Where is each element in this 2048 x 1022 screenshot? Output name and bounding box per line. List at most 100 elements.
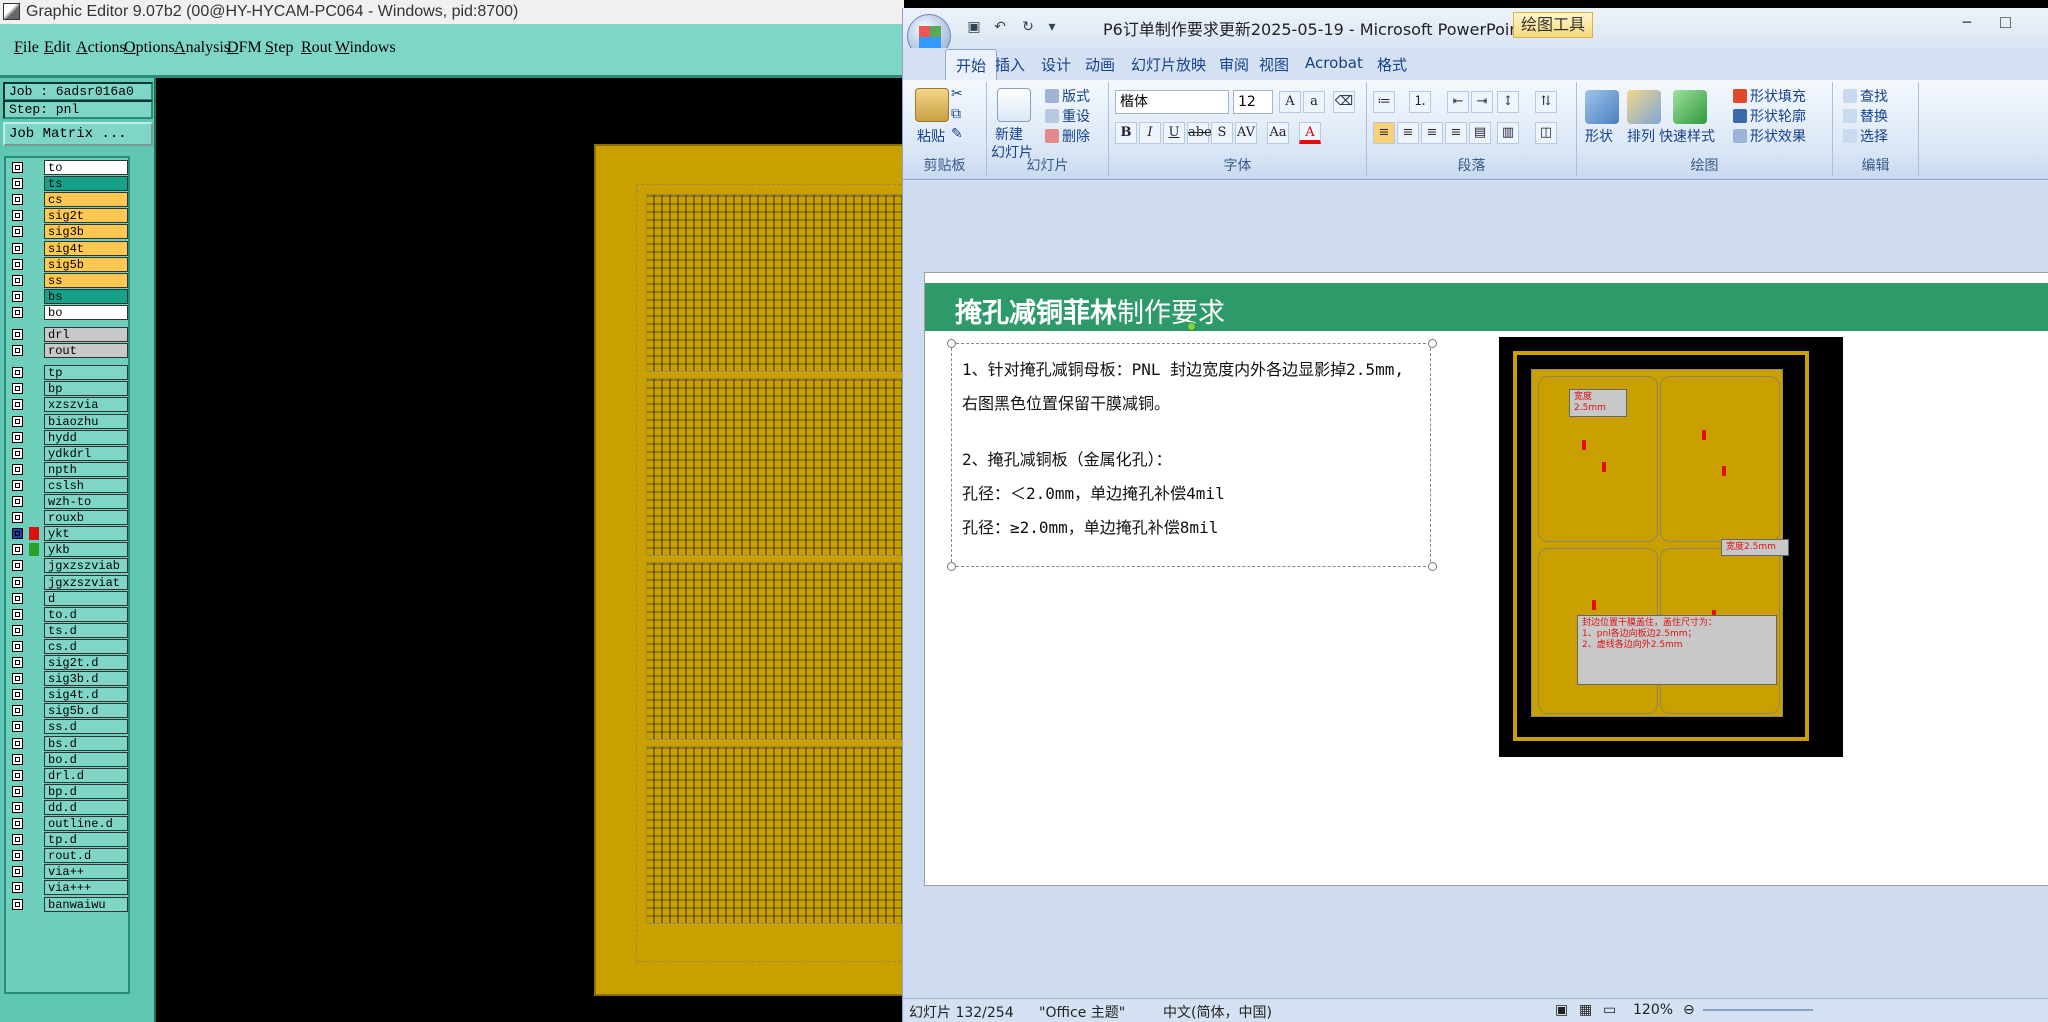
layer-name[interactable]: wzh-to: [44, 494, 128, 509]
layer-checkbox[interactable]: [12, 447, 23, 459]
job-matrix-button[interactable]: Job Matrix ...: [3, 122, 153, 146]
slideshow-view-icon[interactable]: ▭: [1603, 1002, 1616, 1018]
resize-handle[interactable]: [947, 562, 956, 571]
layer-row[interactable]: rouxb: [8, 510, 128, 526]
layer-checkbox[interactable]: [12, 898, 23, 910]
layer-row[interactable]: via+++: [8, 880, 128, 896]
layer-name[interactable]: sig5b: [44, 256, 128, 272]
ge-menu-options[interactable]: Options: [124, 39, 175, 57]
resize-handle[interactable]: [1428, 339, 1437, 348]
text-line[interactable]: 1、针对掩孔减铜母板：PNL 封边宽度内外各边显影掉2.5mm,: [962, 356, 1404, 380]
undo-icon[interactable]: ↶: [991, 17, 1009, 35]
layer-checkbox[interactable]: [12, 737, 23, 749]
layer-row[interactable]: drl.d: [8, 767, 128, 783]
layer-name[interactable]: cs: [44, 192, 128, 208]
layer-checkbox[interactable]: [12, 258, 23, 270]
layer-checkbox[interactable]: [12, 785, 23, 797]
layer-checkbox[interactable]: [12, 769, 23, 781]
char-spacing-icon[interactable]: AV: [1235, 122, 1257, 144]
layer-name[interactable]: sig3b.d: [44, 671, 128, 687]
layer-row[interactable]: cs.d: [8, 638, 128, 654]
paste-icon[interactable]: [915, 88, 949, 122]
layer-row[interactable]: cs: [8, 192, 128, 208]
rotate-handle[interactable]: [1187, 322, 1196, 331]
layer-checkbox[interactable]: [12, 640, 23, 652]
layer-checkbox[interactable]: [12, 512, 23, 524]
layer-name[interactable]: via+++: [44, 880, 128, 896]
selected-text-box[interactable]: 1、针对掩孔减铜母板：PNL 封边宽度内外各边显影掉2.5mm, 右图黑色位置保…: [947, 322, 1437, 571]
layer-name[interactable]: npth: [44, 461, 128, 477]
layer-name[interactable]: jgxzszviab: [44, 558, 128, 574]
layer-name[interactable]: ydkdrl: [44, 445, 128, 461]
resize-handle[interactable]: [947, 339, 956, 348]
font-color-icon[interactable]: A: [1299, 122, 1321, 144]
shrink-font-icon[interactable]: a: [1303, 91, 1325, 113]
layer-name[interactable]: sig2t.d: [44, 655, 128, 670]
slide-title[interactable]: 掩孔减铜菲林制作要求: [955, 291, 1225, 330]
layer-row[interactable]: rout: [8, 343, 128, 359]
smartart-icon[interactable]: ◫: [1535, 122, 1557, 144]
layer-name[interactable]: tp.d: [44, 832, 128, 848]
layer-row[interactable]: sig2t: [8, 208, 128, 224]
layer-name[interactable]: bs: [44, 288, 128, 304]
shapes-icon[interactable]: [1585, 90, 1619, 124]
minimize-icon[interactable]: −: [1962, 12, 2001, 32]
format-painter-icon[interactable]: ✎: [951, 126, 963, 142]
quick-styles-button[interactable]: 快速样式: [1659, 126, 1715, 146]
shapes-button[interactable]: 形状: [1585, 126, 1613, 146]
clear-format-icon[interactable]: ⌫: [1333, 91, 1355, 113]
new-slide-button[interactable]: 新建: [995, 124, 1023, 144]
layer-row[interactable]: rout.d: [8, 848, 128, 864]
layer-checkbox[interactable]: [12, 383, 23, 395]
align-center-icon[interactable]: ≡: [1397, 122, 1419, 144]
align-right-icon[interactable]: ≡: [1421, 122, 1443, 144]
pcb-canvas[interactable]: [594, 144, 906, 996]
columns-icon[interactable]: ▥: [1497, 122, 1519, 144]
layer-row[interactable]: sig5b.d: [8, 703, 128, 719]
layer-row[interactable]: hydd: [8, 429, 128, 445]
layer-row[interactable]: ss.d: [8, 719, 128, 735]
layer-name[interactable]: cslsh: [44, 477, 128, 493]
grow-font-icon[interactable]: A: [1279, 91, 1301, 113]
layer-checkbox[interactable]: [12, 496, 23, 507]
layer-checkbox[interactable]: [12, 624, 23, 636]
layer-checkbox[interactable]: [12, 689, 23, 701]
layer-row[interactable]: outline.d: [8, 816, 128, 831]
layer-checkbox[interactable]: [12, 657, 23, 668]
ribbon-tab[interactable]: 幻灯片放映: [1131, 54, 1206, 75]
layer-row[interactable]: bp: [8, 381, 128, 397]
save-icon[interactable]: ▣: [965, 17, 983, 35]
layer-checkbox[interactable]: [12, 415, 23, 427]
find-button[interactable]: 查找: [1843, 86, 1888, 106]
layer-row[interactable]: d: [8, 590, 128, 606]
layer-checkbox[interactable]: [12, 721, 23, 733]
justify-icon[interactable]: ≡: [1445, 122, 1467, 144]
layer-name[interactable]: d: [44, 590, 128, 606]
paste-button[interactable]: 粘贴: [917, 126, 945, 146]
cut-icon[interactable]: ✂: [951, 86, 963, 102]
shadow-icon[interactable]: S: [1211, 122, 1233, 144]
ge-menu-dfm[interactable]: DFM: [227, 39, 262, 57]
layer-checkbox[interactable]: [12, 242, 23, 254]
layer-checkbox[interactable]: [12, 210, 23, 222]
layer-row[interactable]: via++: [8, 864, 128, 880]
decrease-indent-icon[interactable]: ⇤: [1447, 91, 1469, 113]
maximize-icon[interactable]: □: [2000, 12, 2039, 32]
layer-row[interactable]: biaozhu: [8, 413, 128, 429]
layer-row[interactable]: drl: [8, 327, 128, 342]
ge-menu-edit[interactable]: Edit: [44, 39, 71, 57]
layer-name[interactable]: ykt: [44, 526, 128, 542]
layer-checkbox[interactable]: [12, 463, 23, 475]
layer-name[interactable]: bp: [44, 381, 128, 397]
reset-button[interactable]: 重设: [1045, 106, 1090, 126]
layer-name[interactable]: hydd: [44, 429, 128, 445]
layer-checkbox[interactable]: [12, 560, 23, 572]
layer-row[interactable]: sig3b.d: [8, 671, 128, 687]
layer-checkbox[interactable]: [12, 162, 23, 173]
align-left-icon[interactable]: ≡: [1373, 122, 1395, 144]
layer-name[interactable]: bo.d: [44, 751, 128, 767]
layer-row[interactable]: wzh-to: [8, 494, 128, 509]
line-spacing-icon[interactable]: ↕: [1497, 91, 1519, 113]
layer-name[interactable]: bs.d: [44, 735, 128, 751]
ge-menu-rout[interactable]: Rout: [301, 39, 332, 57]
